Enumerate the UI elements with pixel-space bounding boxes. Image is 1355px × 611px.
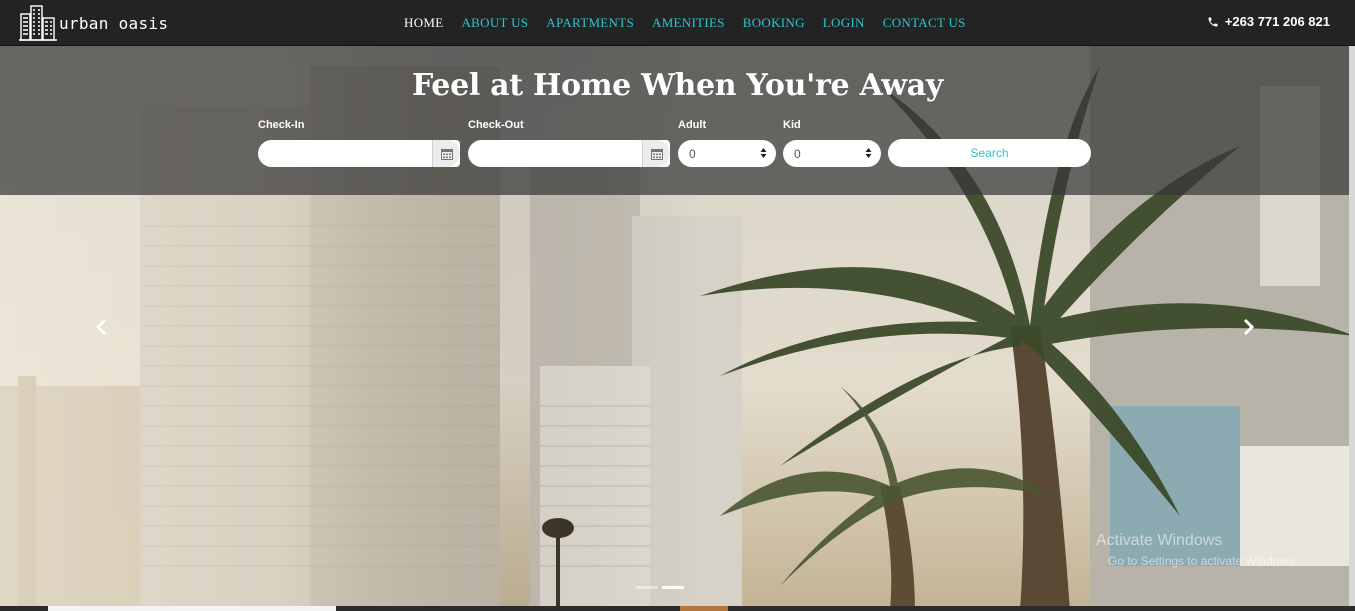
nav-amenities[interactable]: AMENITIES	[652, 15, 725, 31]
nav-apartments[interactable]: APARTMENTS	[546, 15, 634, 31]
page-scrollbar[interactable]	[1349, 46, 1355, 606]
main-menu: HOME ABOUT US APARTMENTS AMENITIES BOOKI…	[395, 0, 975, 46]
city-buildings-icon	[19, 5, 57, 41]
preview-block-warm	[680, 606, 728, 611]
checkout-field[interactable]	[468, 140, 670, 167]
watermark-line-2: Go to Settings to activate Windows.	[1108, 554, 1298, 568]
carousel-indicator-1[interactable]	[636, 586, 658, 589]
kid-label: Kid	[783, 119, 801, 131]
adult-label: Adult	[678, 119, 707, 131]
preview-block-light	[48, 606, 336, 611]
top-navbar: urban oasis HOME ABOUT US APARTMENTS AME…	[0, 0, 1355, 46]
select-arrows-icon	[760, 148, 767, 158]
search-button[interactable]: Search	[888, 139, 1091, 167]
nav-booking[interactable]: BOOKING	[743, 15, 805, 31]
booking-panel: Feel at Home When You're Away Check-In C…	[0, 46, 1355, 195]
hero-carousel: Feel at Home When You're Away Check-In C…	[0, 46, 1355, 611]
calendar-icon	[650, 148, 663, 160]
activation-watermark: Activate Windows Go to Settings to activ…	[1096, 532, 1297, 568]
adult-value: 0	[689, 146, 696, 161]
brand-name: urban oasis	[59, 13, 169, 33]
next-section-preview	[0, 606, 1355, 611]
chevron-right-icon[interactable]	[1240, 318, 1256, 336]
brand[interactable]: urban oasis	[19, 4, 168, 42]
checkin-label: Check-In	[258, 119, 305, 131]
select-arrows-icon	[865, 148, 872, 158]
kid-select[interactable]: 0	[783, 140, 881, 167]
checkin-field[interactable]	[258, 140, 460, 167]
nav-home[interactable]: HOME	[404, 15, 443, 31]
nav-login[interactable]: LOGIN	[823, 15, 865, 31]
checkout-input[interactable]	[468, 140, 670, 167]
adult-select[interactable]: 0	[678, 140, 776, 167]
watermark-line-1: Activate Windows	[1096, 532, 1223, 549]
carousel-indicators	[636, 586, 688, 589]
checkin-calendar-button[interactable]	[432, 140, 460, 167]
kid-value: 0	[794, 146, 801, 161]
phone-number: +263 771 206 821	[1224, 14, 1330, 29]
phone-contact[interactable]: +263 771 206 821	[1207, 14, 1330, 29]
nav-contact-us[interactable]: CONTACT US	[883, 15, 966, 31]
hero-title: Feel at Home When You're Away	[411, 68, 944, 103]
checkin-input[interactable]	[258, 140, 460, 167]
calendar-icon	[440, 148, 453, 160]
checkout-calendar-button[interactable]	[642, 140, 670, 167]
carousel-indicator-2[interactable]	[662, 586, 684, 589]
nav-about-us[interactable]: ABOUT US	[461, 15, 528, 31]
phone-icon	[1208, 17, 1218, 26]
chevron-left-icon[interactable]	[94, 318, 110, 336]
checkout-label: Check-Out	[468, 119, 524, 131]
